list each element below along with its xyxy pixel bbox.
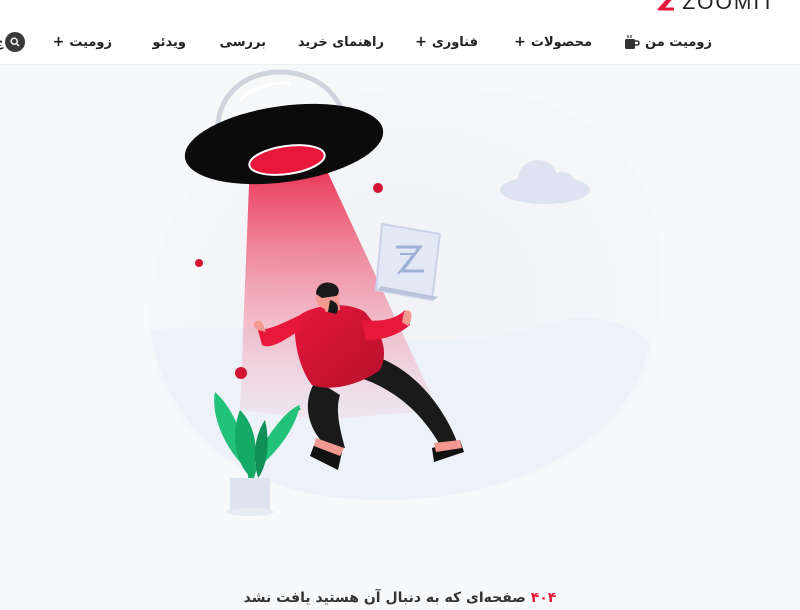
logo-text: ZOOMIT: [682, 0, 776, 14]
nav-item-technology[interactable]: + فناوری: [415, 32, 478, 52]
nav-item-video[interactable]: ویدئو: [152, 32, 186, 52]
zoomit-logo-mark-icon: [657, 0, 675, 11]
red-dot: [373, 183, 383, 193]
plus-icon: +: [52, 34, 65, 50]
search-button[interactable]: [5, 32, 26, 52]
ufo-illustration: [150, 69, 662, 516]
plus-icon: +: [415, 34, 427, 50]
nav-label-buying-guide: راهنمای خرید: [297, 34, 384, 50]
red-dot: [235, 367, 247, 379]
nav-label-video: ویدئو: [152, 34, 186, 50]
nav-label-products: محصولات: [530, 34, 592, 50]
nav-label-zoomit: زومیت: [69, 34, 112, 50]
search-label: ج: [0, 35, 3, 50]
search-area[interactable]: ج: [0, 32, 26, 52]
plus-icon: +: [514, 34, 526, 50]
zoomit-logo[interactable]: ZOOMIT: [654, 0, 776, 14]
not-found-message: ۴۰۴ صفحه‌ای که به دنبال آن هستید یافت نش…: [0, 590, 800, 610]
nav-label-my-zoomit: زومیت من: [645, 34, 712, 50]
not-found-text: صفحه‌ای که به دنبال آن هستید یافت نشد: [243, 590, 526, 606]
nav-item-review[interactable]: بررسی: [220, 32, 266, 52]
nav-item-buying-guide[interactable]: راهنمای خرید: [298, 32, 384, 52]
nav-label-technology: فناوری: [431, 34, 478, 50]
red-dot: [195, 259, 203, 267]
nav-item-products[interactable]: + محصولات: [514, 32, 592, 52]
nav-item-zoomit[interactable]: + زومیت: [53, 32, 112, 52]
main-nav: زومیت من + محصولات + فناوری راهنمای خرید…: [0, 32, 800, 52]
mug-icon: [625, 35, 640, 49]
nav-label-review: بررسی: [219, 34, 266, 50]
error-code: ۴۰۴: [530, 590, 557, 606]
top-header: ZOOMIT زومیت من + محصولات + فناوری راهنم…: [0, 0, 800, 65]
laptop-icon: [374, 222, 442, 302]
nav-item-my-zoomit[interactable]: زومیت من: [624, 32, 712, 52]
search-icon: [10, 37, 20, 47]
